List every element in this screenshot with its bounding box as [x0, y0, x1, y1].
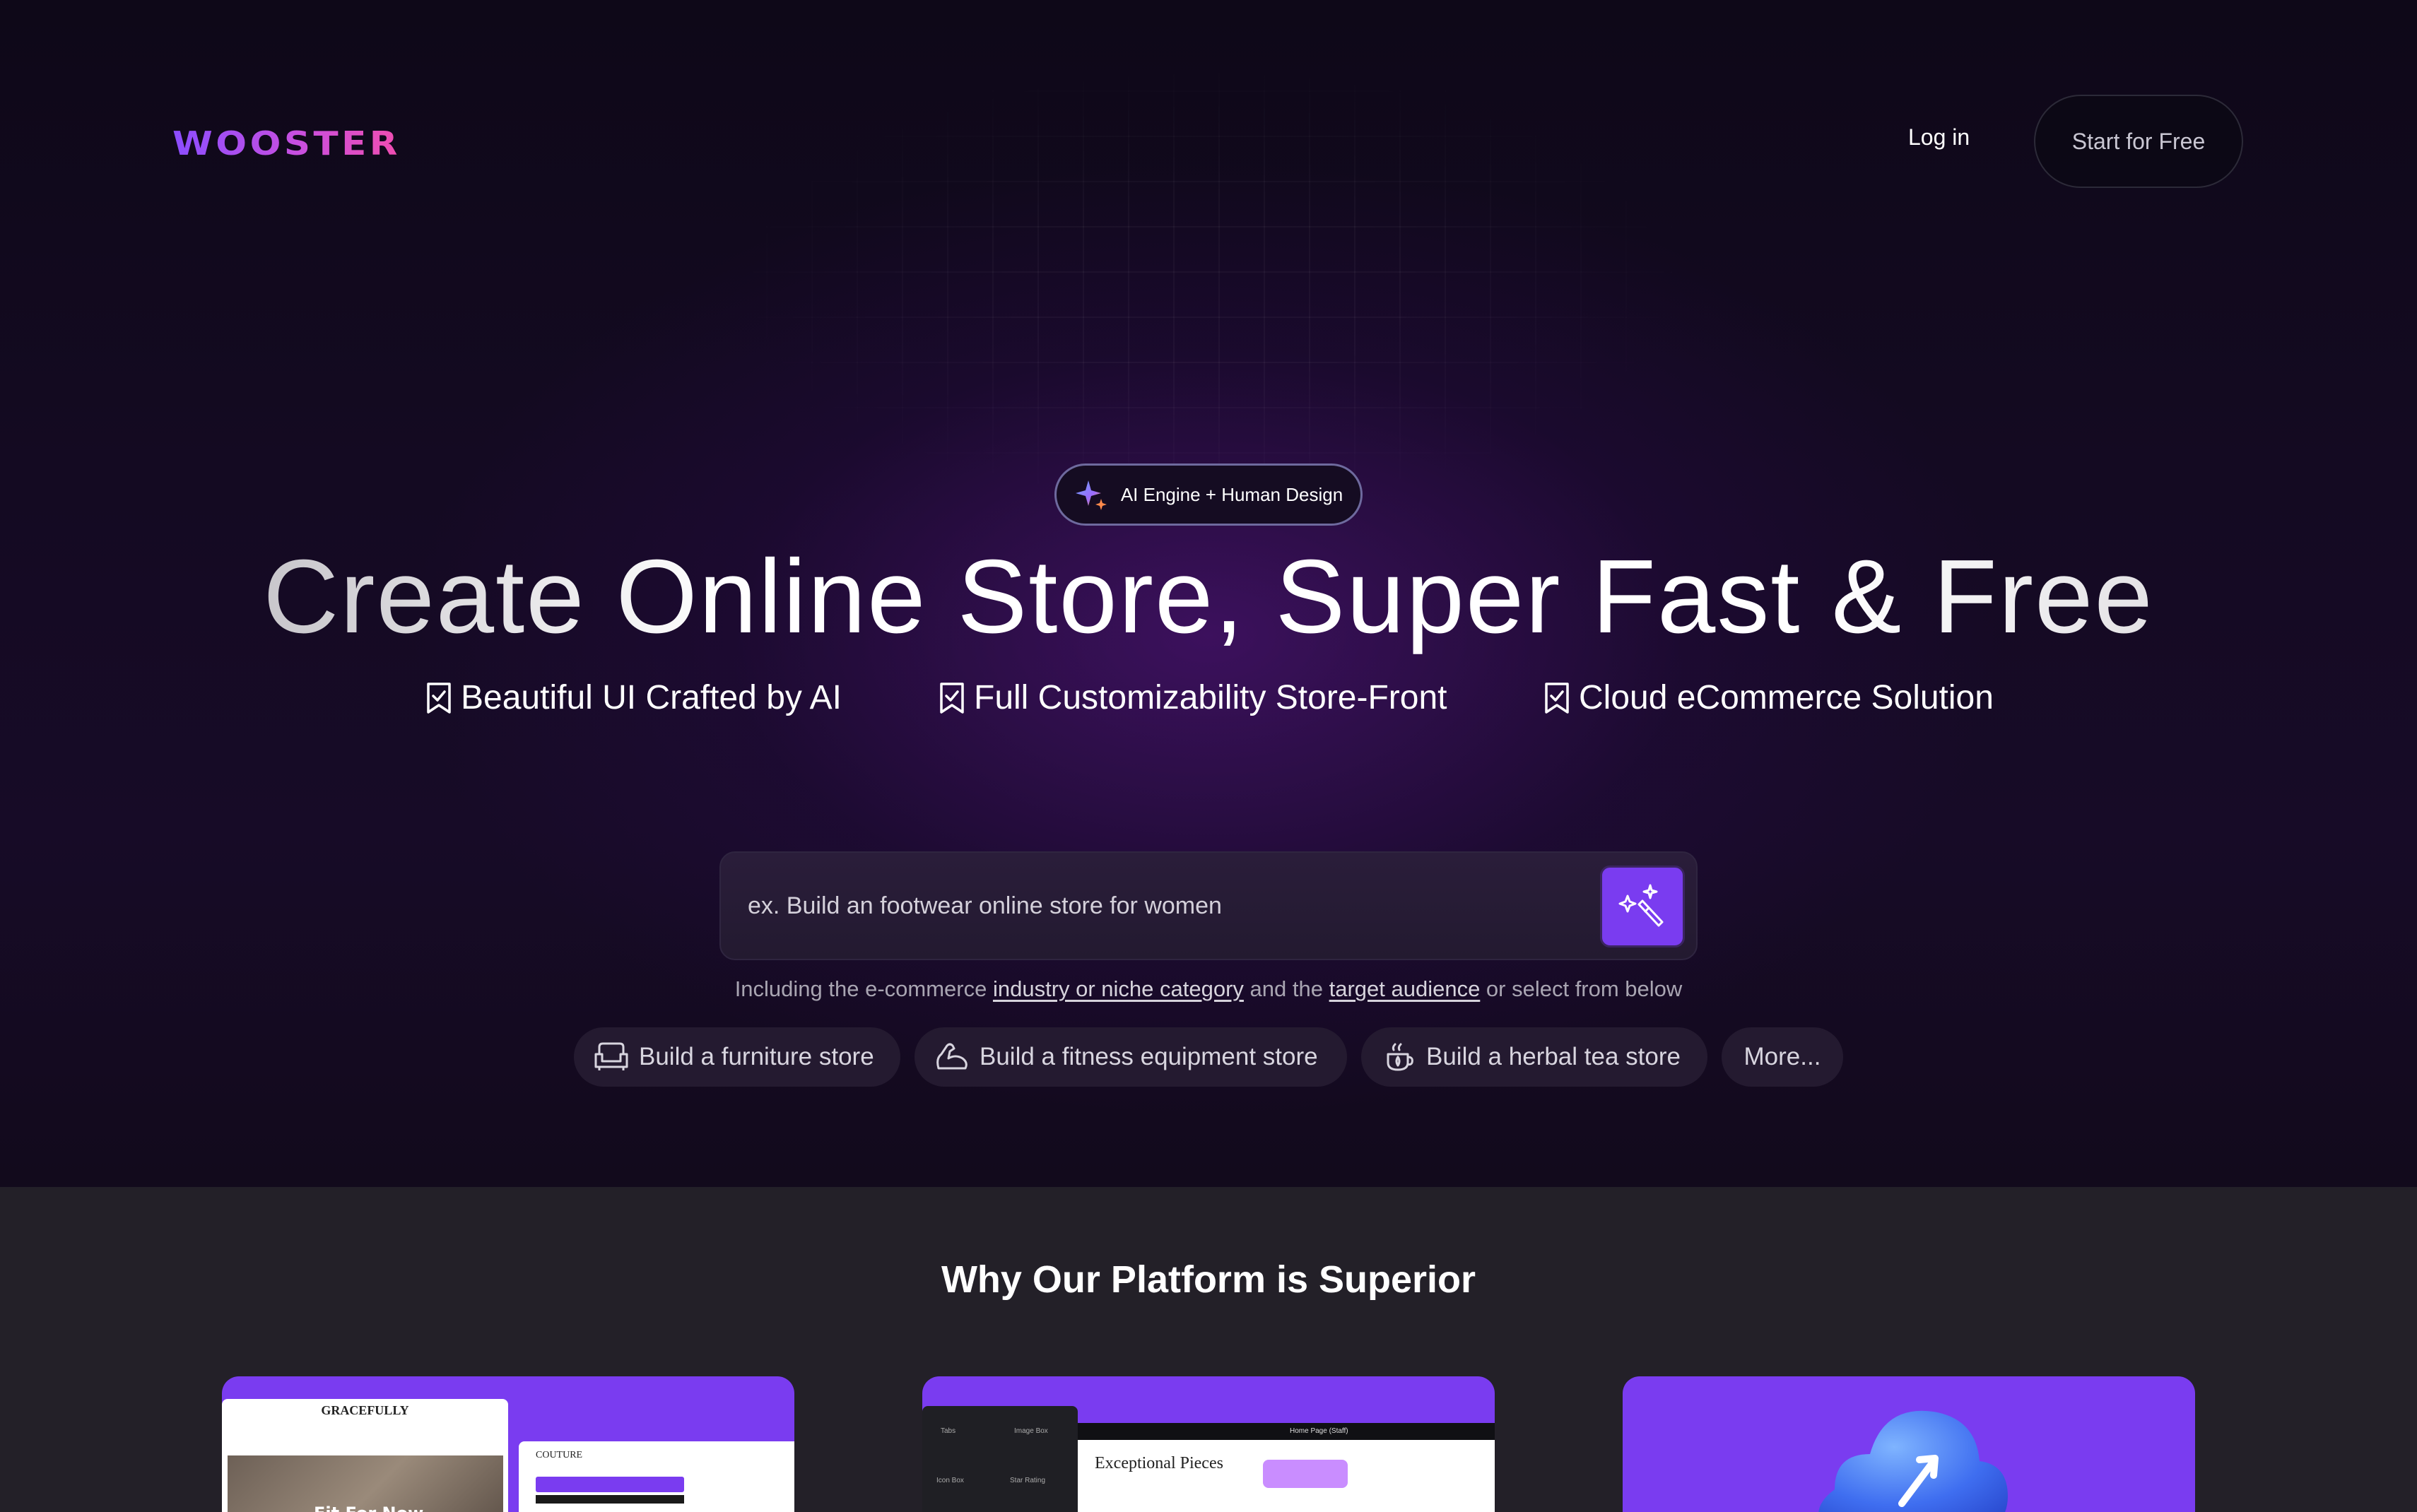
why-section-title: Why Our Platform is Superior — [941, 1258, 1476, 1301]
mock-brand-text: GRACEFULLY — [321, 1403, 409, 1417]
feature-card-templates[interactable]: GRACEFULLY Fit For Now COUTURE — [222, 1376, 794, 1512]
mock-purple-bar — [536, 1477, 684, 1492]
suggestion-fitness[interactable]: Build a fitness equipment store — [915, 1027, 1347, 1087]
mock-tile-label: Star Rating — [1010, 1477, 1046, 1484]
mock-tile-label: Image Box — [1014, 1427, 1048, 1435]
feature-item-cloud: Cloud eCommerce Solution — [1542, 678, 1994, 717]
mock-breadcrumb: Home Page (Staff) — [1290, 1427, 1348, 1435]
mock-side-text: COUTURE — [536, 1450, 583, 1460]
feature-card-editor[interactable]: Tabs Image Box Icon Box Star Rating Home… — [922, 1376, 1495, 1512]
mock-title-text: Exceptional Pieces — [1095, 1454, 1223, 1472]
cloud-upload-icon — [1818, 1410, 2008, 1512]
bookmark-check-icon — [940, 682, 964, 714]
feature-item-customizability: Full Customizability Store-Front — [937, 678, 1447, 717]
ai-engine-badge: AI Engine + Human Design — [1054, 463, 1363, 526]
magic-wand-icon — [1618, 884, 1664, 927]
target-audience-link[interactable]: target audience — [1329, 976, 1481, 1001]
bookmark-check-icon — [427, 682, 451, 714]
suggestion-label: More... — [1743, 1043, 1821, 1070]
start-for-free-label: Start for Free — [2071, 128, 2206, 154]
feature-item-ui: Beautiful UI Crafted by AI — [424, 678, 842, 717]
badge-label: AI Engine + Human Design — [1120, 483, 1343, 505]
mock-editor-canvas: Home Page (Staff) Exceptional Pieces — [1078, 1423, 1495, 1512]
sofa-icon — [594, 1042, 628, 1070]
mock-caption-text: Fit For Now — [314, 1504, 423, 1512]
industry-category-link[interactable]: industry or niche category — [993, 976, 1244, 1001]
mock-tile-label: Icon Box — [936, 1477, 964, 1484]
sparkle-icon — [1075, 480, 1107, 510]
hint-text: and the — [1243, 976, 1329, 1001]
store-prompt-box — [719, 851, 1698, 960]
feature-card-cloud[interactable] — [1623, 1376, 2195, 1512]
login-link[interactable]: Log in — [1908, 124, 1970, 150]
prompt-hint: Including the e-commerce industry or nic… — [0, 976, 2417, 1002]
teapot-icon — [1387, 1043, 1413, 1071]
hero-section: WOOSTER Log in Start for Free AI Engine … — [0, 0, 2417, 1187]
mock-editor-topbar — [1078, 1423, 1495, 1440]
brand-logo[interactable]: WOOSTER — [172, 124, 401, 163]
hero-headline: Create Online Store, Super Fast & Free — [0, 537, 2417, 657]
feature-label: Beautiful UI Crafted by AI — [461, 679, 842, 716]
mock-storefront-preview: GRACEFULLY Fit For Now — [222, 1399, 508, 1512]
store-prompt-input[interactable] — [748, 853, 1582, 959]
mock-editor-panel: Tabs Image Box Icon Box Star Rating — [922, 1406, 1078, 1512]
suggestion-label: Build a fitness equipment store — [980, 1043, 1318, 1070]
mock-tile-label: Tabs — [941, 1427, 956, 1435]
suggestion-herbal-tea[interactable]: Build a herbal tea store — [1361, 1027, 1707, 1087]
mock-toolbar-chip — [1263, 1460, 1348, 1488]
why-section: Why Our Platform is Superior GRACEFULLY … — [0, 1187, 2417, 1512]
suggestion-label: Build a herbal tea store — [1426, 1043, 1681, 1070]
start-for-free-button[interactable]: Start for Free — [2034, 95, 2243, 188]
mock-dark-bar — [536, 1495, 684, 1504]
suggestion-label: Build a furniture store — [639, 1043, 874, 1070]
suggestion-more[interactable]: More... — [1722, 1027, 1843, 1087]
suggestion-furniture[interactable]: Build a furniture store — [574, 1027, 900, 1087]
generate-store-button[interactable] — [1600, 866, 1685, 947]
feature-label: Cloud eCommerce Solution — [1579, 679, 1994, 716]
hint-text: or select from below — [1480, 976, 1683, 1001]
feature-list: Beautiful UI Crafted by AI Full Customiz… — [0, 678, 2417, 728]
hint-text: Including the e-commerce — [734, 976, 993, 1001]
muscle-arm-icon — [936, 1043, 968, 1070]
mock-side-preview: COUTURE — [519, 1441, 794, 1512]
suggestion-chips: Build a furniture store Build a fitness … — [0, 1027, 2417, 1087]
bookmark-check-icon — [1545, 682, 1569, 714]
feature-label: Full Customizability Store-Front — [974, 679, 1447, 716]
